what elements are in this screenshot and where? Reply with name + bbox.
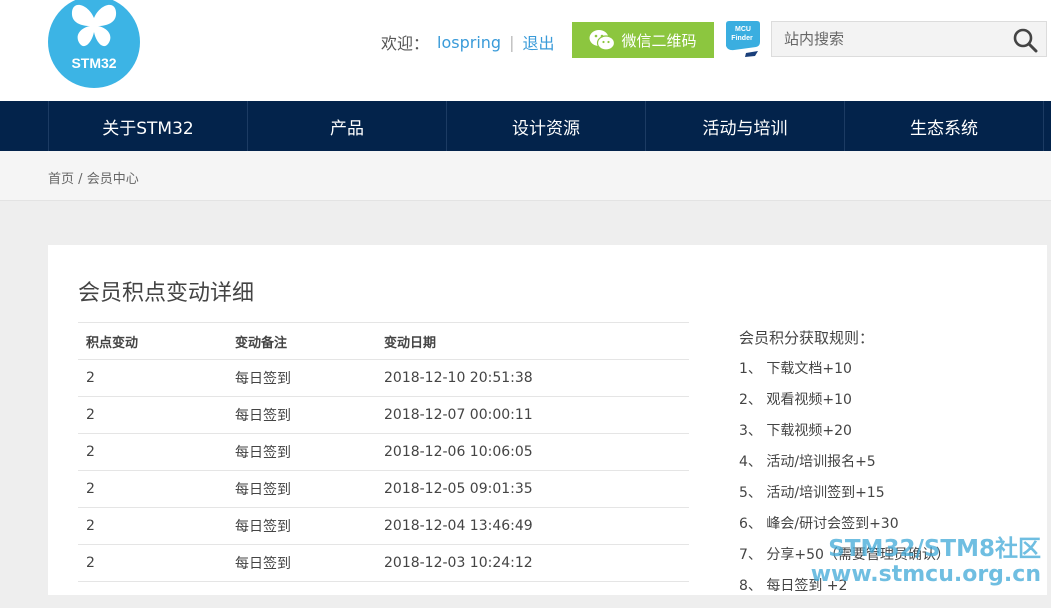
main-nav: 关于STM32 产品 设计资源 活动与培训 生态系统 (0, 101, 1051, 151)
table-row: 2 每日签到 2018-12-10 20:51:38 (78, 359, 689, 397)
nav-item-about-stm32[interactable]: 关于STM32 (48, 101, 247, 151)
username-link[interactable]: lospring (437, 33, 501, 52)
breadcrumb-home[interactable]: 首页 (48, 172, 74, 187)
cell-remark: 每日签到 (227, 396, 376, 434)
cell-date: 2018-12-07 00:00:11 (376, 396, 689, 434)
welcome-area: 欢迎： lospring | 退出 (381, 30, 554, 54)
cell-points: 2 (78, 396, 227, 434)
table-row: 2 每日签到 2018-12-03 10:24:12 (78, 544, 689, 582)
table-row: 2 每日签到 2018-12-05 09:01:35 (78, 470, 689, 508)
rule-item: 5、 活动/培训签到+15 (739, 485, 885, 501)
rule-item: 4、 活动/培训报名+5 (739, 454, 876, 470)
cell-points: 2 (78, 433, 227, 471)
mcu-finder-icon: MCU Finder (726, 21, 760, 57)
column-header-date: 变动日期 (376, 322, 689, 360)
separator: | (509, 32, 515, 52)
points-table: 积点变动 变动备注 变动日期 2 每日签到 2018-12-10 20:51:3… (78, 322, 689, 582)
wechat-button-label: 微信二维码 (621, 31, 697, 50)
table-header-row: 积点变动 变动备注 变动日期 (78, 322, 689, 360)
butterfly-icon (71, 4, 117, 47)
site-watermark: STM32/STM8社区 www.stmcu.org.cn (811, 536, 1041, 588)
nav-divider (1043, 101, 1044, 151)
welcome-label: 欢迎： (381, 34, 430, 53)
breadcrumb: 首页 / 会员中心 (48, 168, 139, 187)
cell-date: 2018-12-10 20:51:38 (376, 359, 689, 397)
mcu-finder-line1: MCU (735, 26, 751, 33)
breadcrumb-separator: / (78, 172, 83, 187)
cell-points: 2 (78, 507, 227, 545)
column-header-points: 积点变动 (78, 322, 227, 360)
wechat-qr-button[interactable]: 微信二维码 (572, 22, 714, 58)
cell-remark: 每日签到 (227, 507, 376, 545)
logo-text: STM32 (71, 55, 117, 71)
table-row: 2 每日签到 2018-12-04 13:46:49 (78, 507, 689, 545)
table-row: 2 每日签到 2018-12-07 00:00:11 (78, 396, 689, 434)
rule-item: 1、 下载文档+10 (739, 361, 852, 377)
rule-item: 3、 下载视频+20 (739, 423, 852, 439)
search-box (771, 21, 1047, 57)
site-header: STM32 欢迎： lospring | 退出 微信二维码 MCU Finder (0, 0, 1051, 101)
page-title: 会员积点变动详细 (78, 281, 255, 306)
logout-link[interactable]: 退出 (522, 30, 554, 54)
rules-title: 会员积分获取规则： (739, 329, 875, 347)
column-header-remark: 变动备注 (227, 322, 376, 360)
cell-points: 2 (78, 359, 227, 397)
cell-remark: 每日签到 (227, 359, 376, 397)
cell-date: 2018-12-04 13:46:49 (376, 507, 689, 545)
cell-date: 2018-12-06 10:06:05 (376, 433, 689, 471)
rule-item: 2、 观看视频+10 (739, 392, 852, 408)
watermark-line1: STM32/STM8社区 (828, 536, 1041, 562)
breadcrumb-current: 会员中心 (86, 172, 139, 187)
nav-item-products[interactable]: 产品 (247, 101, 446, 151)
mcu-finder-line2: Finder (731, 35, 753, 42)
watermark-line2: www.stmcu.org.cn (810, 562, 1041, 587)
cell-points: 2 (78, 470, 227, 508)
nav-item-ecosystem[interactable]: 生态系统 (844, 101, 1043, 151)
mcu-finder-link[interactable]: MCU Finder (724, 20, 762, 58)
cell-remark: 每日签到 (227, 433, 376, 471)
stm32-logo[interactable]: STM32 (48, 0, 140, 88)
cell-date: 2018-12-05 09:01:35 (376, 470, 689, 508)
search-icon[interactable] (1012, 27, 1038, 53)
nav-item-events-training[interactable]: 活动与培训 (645, 101, 844, 151)
nav-item-design-resources[interactable]: 设计资源 (446, 101, 645, 151)
cell-remark: 每日签到 (227, 544, 376, 582)
cell-points: 2 (78, 544, 227, 582)
breadcrumb-bar: 首页 / 会员中心 (0, 151, 1051, 201)
cell-remark: 每日签到 (227, 470, 376, 508)
wechat-icon (589, 30, 616, 51)
cell-date: 2018-12-03 10:24:12 (376, 544, 689, 582)
table-row: 2 每日签到 2018-12-06 10:06:05 (78, 433, 689, 471)
search-input[interactable] (772, 22, 1002, 56)
